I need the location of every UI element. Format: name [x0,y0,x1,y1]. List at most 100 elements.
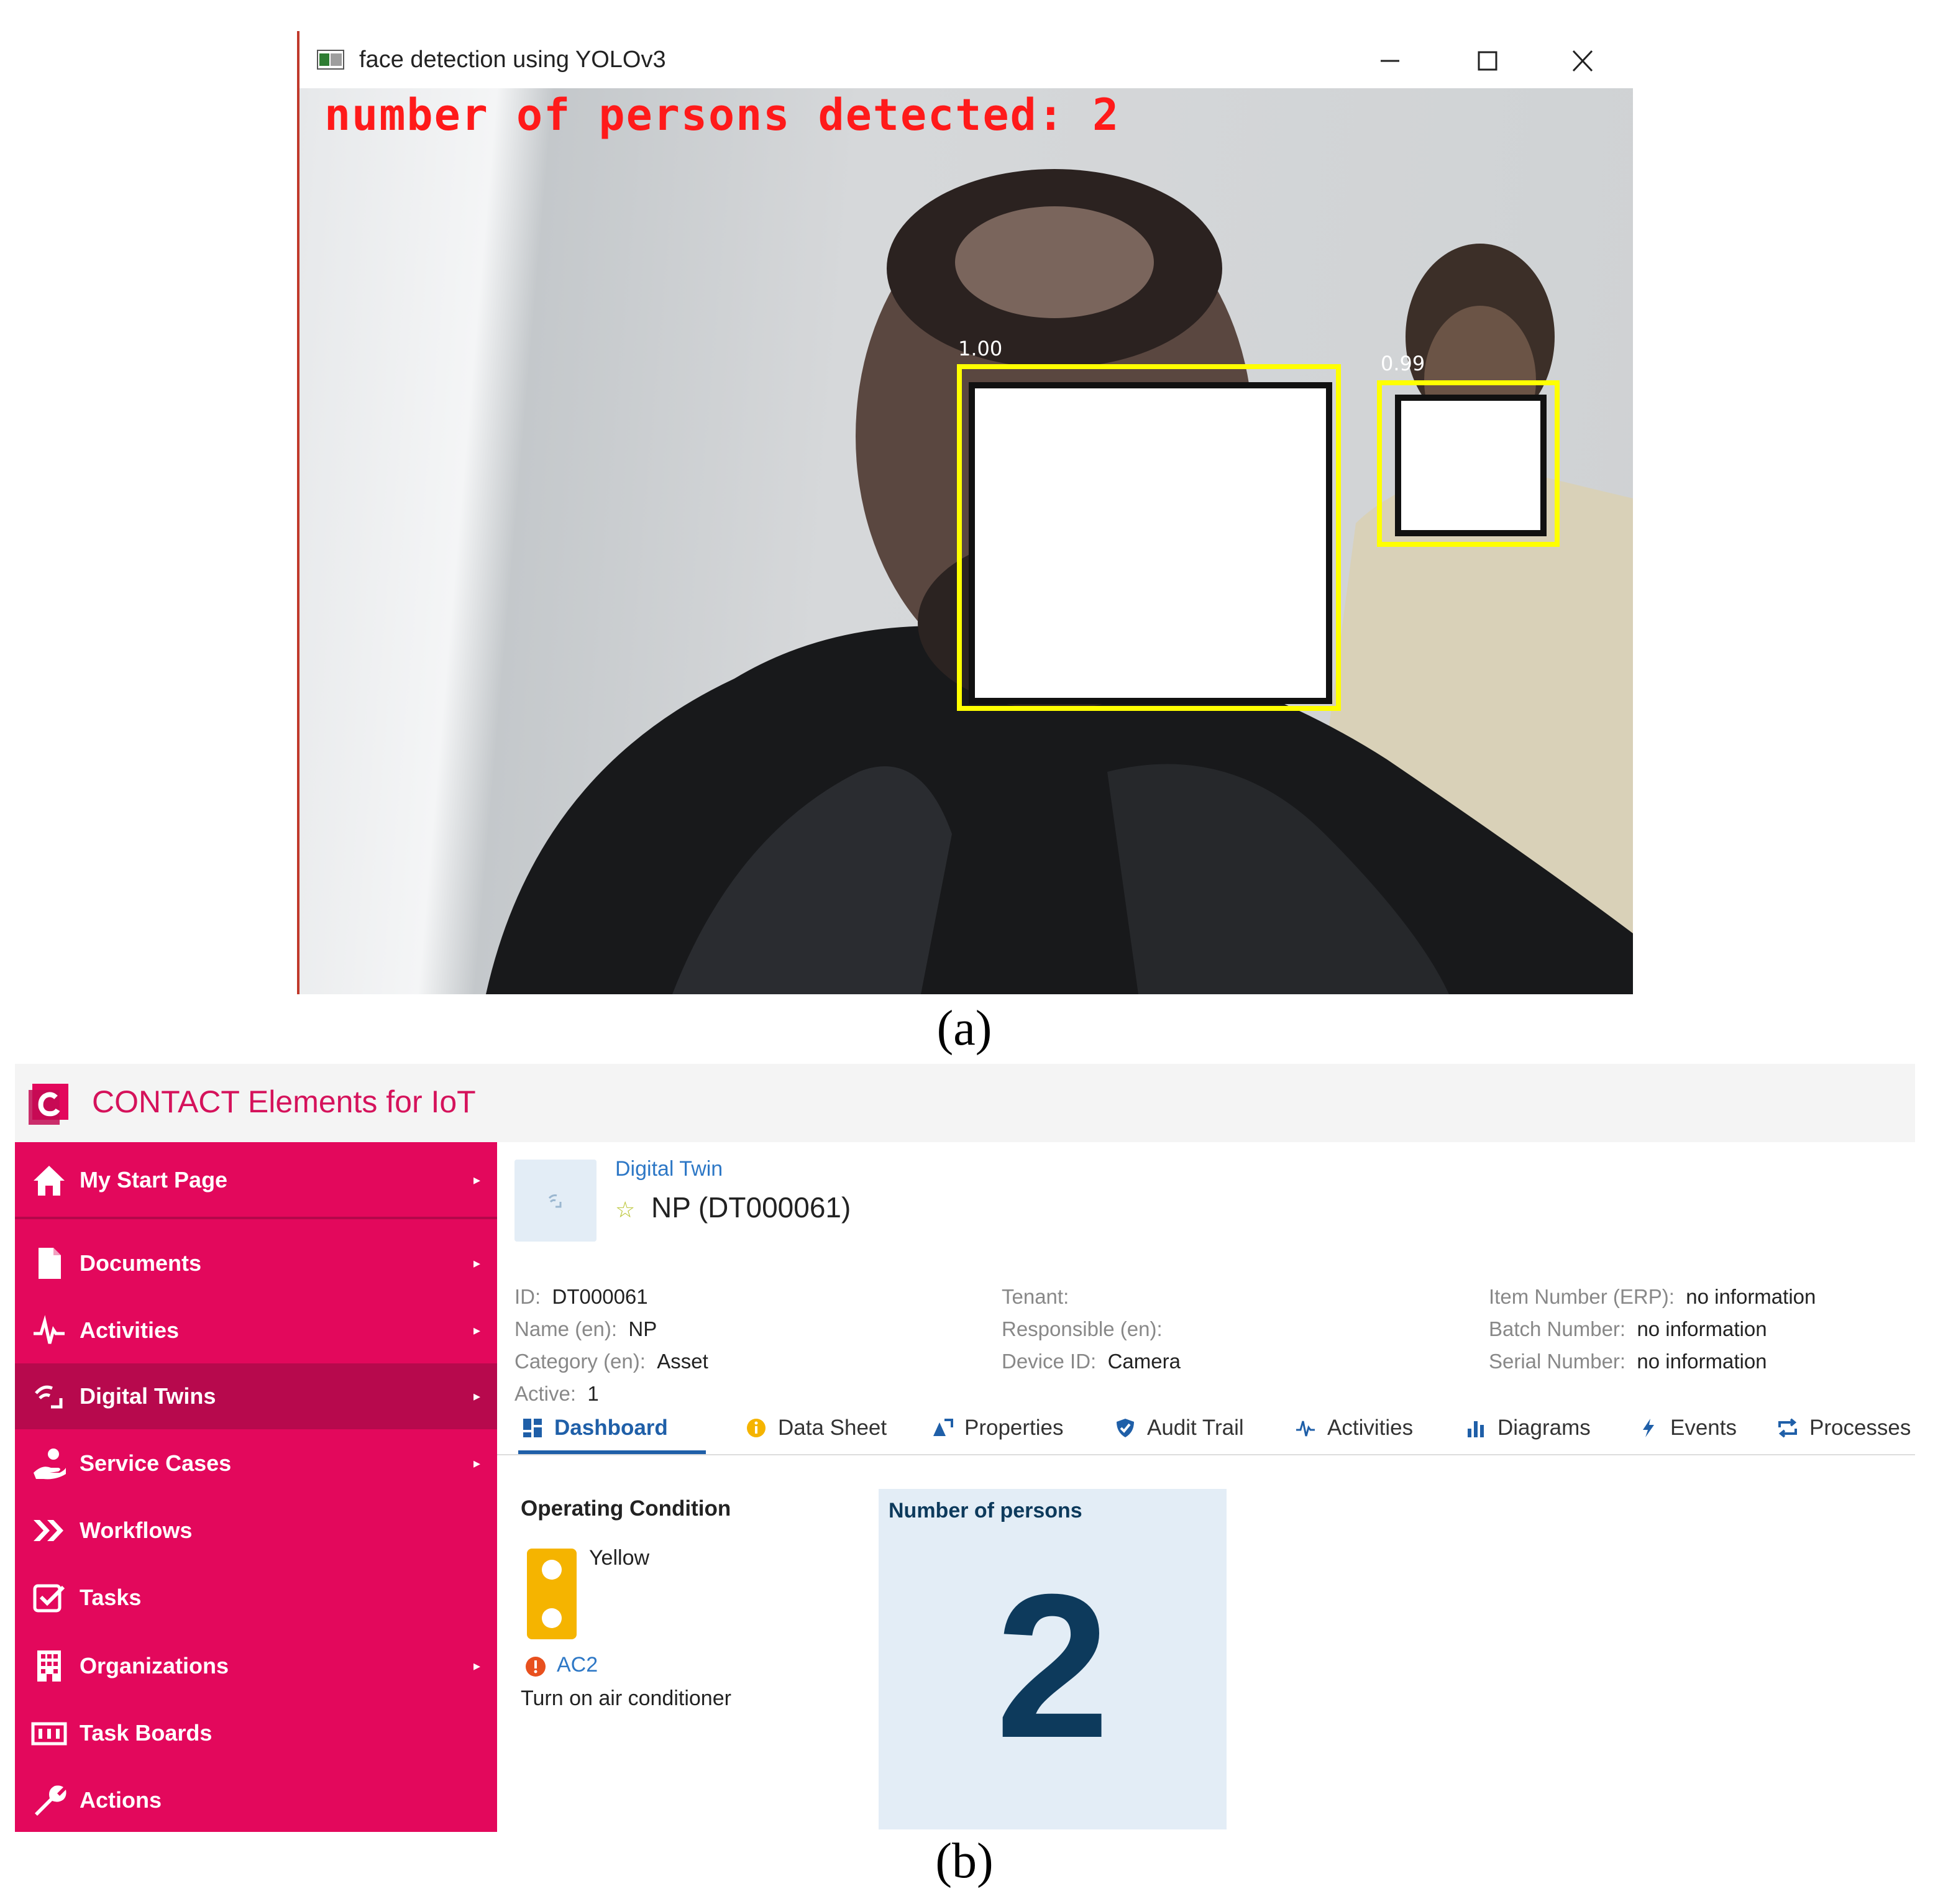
caret-right-icon: ▸ [473,1658,481,1673]
tab-events[interactable]: Events [1638,1409,1737,1447]
caption-b: (b) [935,1834,994,1888]
digital-twin-icon [35,1385,63,1409]
persons-count-card: Number of persons 2 [879,1489,1227,1829]
prop-label: Item Number (ERP): [1489,1285,1675,1308]
sidebar-item-label: Actions [80,1787,162,1813]
caret-right-icon: ▸ [473,1388,481,1404]
camera-window: face detection using YOLOv3 number of pe… [297,31,1633,994]
sidebar-item-tasks[interactable]: Tasks [15,1565,497,1631]
alert-description: Turn on air conditioner [521,1687,731,1710]
prop-value: Asset [657,1350,708,1373]
tab-label: Activities [1327,1416,1414,1440]
caption-a: (a) [936,1001,992,1056]
prop-label: Batch Number: [1489,1317,1626,1340]
sidebar-item-label: Activities [80,1317,180,1343]
active-tab-indicator [518,1450,706,1454]
object-title: NP (DT000061) [651,1191,851,1224]
document-icon [39,1248,61,1279]
window-titlebar: face detection using YOLOv3 [299,31,1633,89]
tab-data-sheet[interactable]: Data Sheet [746,1409,887,1447]
sidebar-item-workflows[interactable]: Workflows [15,1498,497,1563]
tab-properties[interactable]: Properties [932,1409,1064,1447]
operating-condition-title: Operating Condition [521,1496,731,1521]
prop-value: no information [1637,1350,1767,1373]
bar-chart-icon [1468,1421,1484,1437]
favorite-star-icon[interactable]: ☆ [615,1197,635,1223]
sidebar-item-label: Documents [80,1250,202,1276]
app-window-icon [317,50,344,70]
object-class-link[interactable]: Digital Twin [615,1157,723,1181]
sidebar-item-actions[interactable]: Actions [15,1767,497,1833]
prop-label: Category (en): [514,1350,646,1373]
activity-icon [1296,1421,1315,1437]
maximize-icon[interactable] [1465,43,1509,78]
persons-count-value: 2 [995,1551,1110,1780]
sidebar-item-label: Service Cases [80,1450,232,1476]
lightning-icon [1643,1419,1654,1437]
sidebar-item-digital-twins[interactable]: Digital Twins ▸ [15,1363,497,1429]
wrench-icon [35,1785,66,1816]
tab-label: Processes [1809,1416,1911,1440]
sidebar-item-label: Digital Twins [80,1383,216,1409]
sidebar-item-label: Organizations [80,1653,229,1678]
tab-label: Properties [964,1416,1064,1440]
caret-right-icon: ▸ [473,1322,481,1338]
camera-scene [486,169,1633,994]
prop-batch-number: Batch Number: no information [1489,1317,1767,1341]
main-content: Digital Twin ☆ NP (DT000061) ID: DT00006… [497,1142,1915,1832]
prop-value: NP [628,1317,657,1340]
tab-label: Audit Trail [1147,1416,1244,1440]
caret-right-icon: ▸ [473,1455,481,1471]
prop-value: Camera [1107,1350,1181,1373]
caret-right-icon: ▸ [473,1172,481,1188]
sidebar-item-label: My Start Page [80,1167,228,1192]
prop-label: Tenant: [1002,1285,1069,1308]
service-hand-icon [34,1449,66,1480]
prop-label: Responsible (en): [1002,1317,1163,1340]
alert-code-link[interactable]: AC2 [557,1653,598,1677]
prop-device-id: Device ID: Camera [1002,1350,1181,1373]
activity-icon [34,1315,65,1344]
tab-label: Dashboard [554,1416,668,1440]
prop-label: Device ID: [1002,1350,1097,1373]
dashboard-icon [523,1419,542,1437]
prop-value: no information [1686,1285,1816,1308]
tab-processes[interactable]: Processes [1777,1409,1911,1447]
digital-twin-thumbnail-icon [514,1160,597,1242]
tab-audit-trail[interactable]: Audit Trail [1115,1409,1244,1447]
sidebar-item-label: Task Boards [80,1720,213,1746]
minimize-icon[interactable] [1368,43,1412,78]
sidebar-item-activities[interactable]: Activities ▸ [15,1298,497,1363]
close-icon[interactable] [1561,43,1604,78]
detection-confidence: 0.99 [1381,352,1425,375]
detection-confidence: 1.00 [958,337,1003,360]
status-light-icon [527,1549,577,1639]
tab-activities[interactable]: Activities [1295,1409,1413,1447]
sidebar-item-task-boards[interactable]: Task Boards [15,1700,497,1766]
tab-label: Events [1670,1416,1737,1440]
tab-bar: Dashboard Data Sheet Properties Audit Tr… [497,1402,1915,1455]
sidebar-item-documents[interactable]: Documents ▸ [15,1230,497,1296]
prop-serial-number: Serial Number: no information [1489,1350,1767,1373]
caret-right-icon: ▸ [473,1255,481,1271]
tab-label: Diagrams [1497,1416,1591,1440]
prop-category: Category (en): Asset [514,1350,708,1373]
tab-diagrams[interactable]: Diagrams [1465,1409,1591,1447]
sidebar: My Start Page ▸ Documents ▸ Activities ▸… [15,1142,497,1832]
persons-card-title: Number of persons [889,1499,1082,1522]
prop-label: ID: [514,1285,541,1308]
prop-item-number: Item Number (ERP): no information [1489,1285,1816,1309]
persons-detected-overlay: number of persons detected: 2 [324,89,1120,140]
iot-app: CONTACT Elements for IoT My Start Page ▸… [15,1064,1915,1832]
prop-value: DT000061 [552,1285,648,1308]
prop-label: Name (en): [514,1317,618,1340]
sidebar-item-service-cases[interactable]: Service Cases ▸ [15,1430,497,1496]
sidebar-item-my-start-page[interactable]: My Start Page ▸ [15,1147,497,1213]
tab-dashboard[interactable]: Dashboard [522,1409,668,1447]
camera-frame: number of persons detected: 2 1.00 0.99 [299,88,1633,994]
prop-label: Serial Number: [1489,1350,1626,1373]
contact-logo-icon [29,1084,68,1125]
prop-value: no information [1637,1317,1767,1340]
sidebar-item-organizations[interactable]: Organizations ▸ [15,1633,497,1699]
building-icon [37,1650,61,1682]
